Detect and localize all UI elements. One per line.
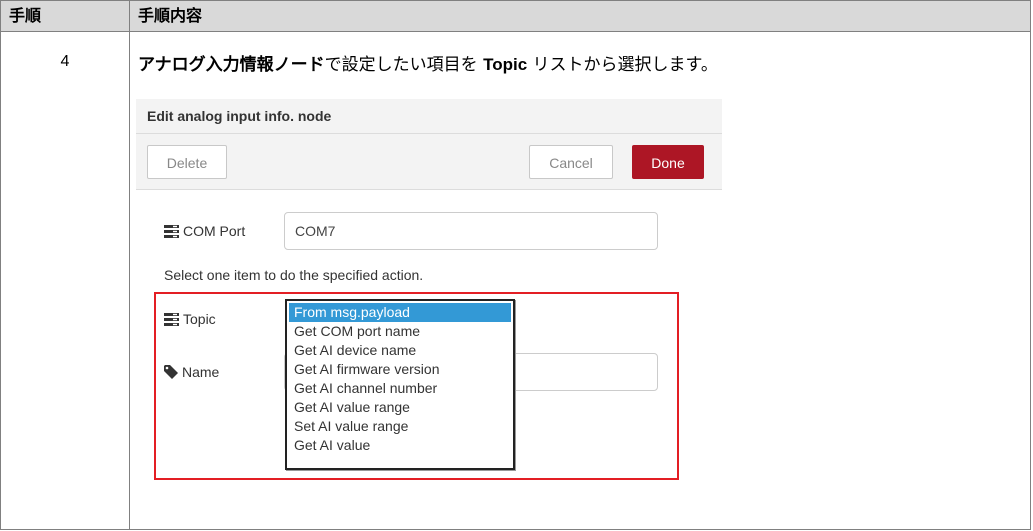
tasks-icon [164,225,179,238]
header-content: 手順内容 [138,6,203,25]
edit-node-dialog: Edit analog input info. node Delete Canc… [136,99,722,491]
topic-option[interactable]: Get AI firmware version [289,360,511,379]
com-port-label-text: COM Port [183,223,246,239]
topic-option[interactable]: Get COM port name [289,322,511,341]
step-instruction: アナログ入力情報ノードで設定したい項目を Topic リストから選択します。 [138,50,718,75]
topic-option[interactable]: Get AI channel number [289,379,511,398]
delete-button[interactable]: Delete [147,145,227,179]
procedure-table: 手順 手順内容 4 アナログ入力情報ノードで設定したい項目を Topic リスト… [0,0,1031,530]
instruction-part2: リストから選択します。 [527,55,718,75]
node-name: アナログ入力情報ノード [138,55,325,75]
instruction-part1: で設定したい項目を [324,55,484,75]
help-text: Select one item to do the specified acti… [164,267,424,283]
com-port-label: COM Port [164,223,245,239]
column-divider [129,1,130,529]
dialog-header: Edit analog input info. node [136,99,722,134]
done-button[interactable]: Done [632,145,704,179]
topic-option[interactable]: Set AI value range [289,417,511,436]
topic-option[interactable]: Get AI device name [289,341,511,360]
table-header-row: 手順 手順内容 [1,1,1030,32]
topic-options-list: From msg.payload Get COM port name Get AI … [287,301,513,455]
dialog-toolbar: Delete Cancel Done [136,134,722,190]
topic-option[interactable]: Get AI value [289,436,511,455]
step-number: 4 [60,53,70,70]
topic-dropdown[interactable]: From msg.payload Get COM port name Get AI … [285,299,515,470]
header-step: 手順 [9,6,42,25]
com-port-input[interactable]: COM7 [284,212,658,250]
topic-option[interactable]: Get AI value range [289,398,511,417]
topic-option[interactable]: From msg.payload [289,303,511,322]
topic-word: Topic [483,55,528,74]
dialog-title: Edit analog input info. node [147,108,332,124]
cancel-button[interactable]: Cancel [529,145,613,179]
